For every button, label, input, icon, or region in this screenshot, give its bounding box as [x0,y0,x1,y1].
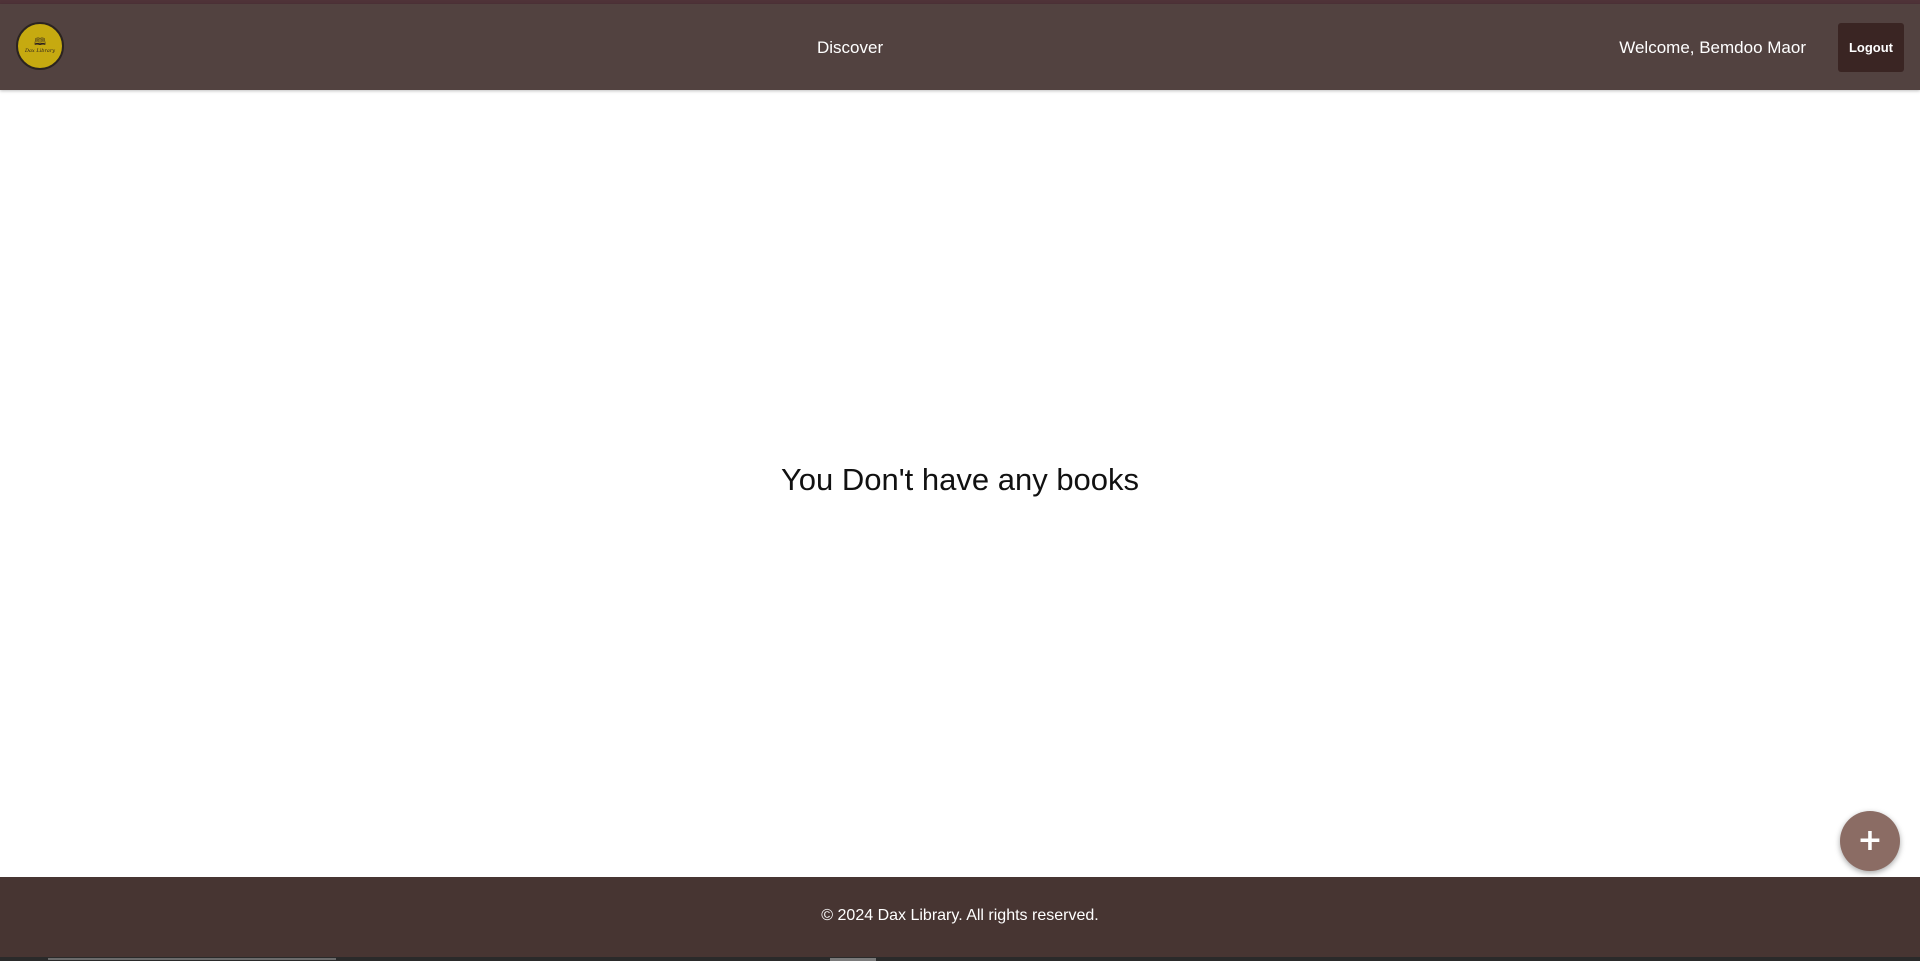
nav-link-discover[interactable]: Discover [817,38,883,58]
logo[interactable]: 🕮 Dax Library [16,22,64,70]
scrollbar-thumb[interactable] [48,958,336,960]
footer-copyright: © 2024 Dax Library. All rights reserved. [821,907,1099,924]
plus-icon: + [1857,823,1883,858]
empty-state-message: You Don't have any books [780,462,1140,497]
add-book-button[interactable]: + [1840,811,1900,871]
open-book-icon: 🕮 [34,36,46,48]
logout-button[interactable]: Logout [1838,23,1904,72]
navbar: 🕮 Dax Library Discover Welcome, Bemdoo M… [0,4,1920,90]
footer: © 2024 Dax Library. All rights reserved. [0,877,1920,957]
logo-text: Dax Library [24,47,56,54]
welcome-text: Welcome, Bemdoo Maor [1619,38,1806,57]
page: 🕮 Dax Library Discover Welcome, Bemdoo M… [0,0,1920,961]
